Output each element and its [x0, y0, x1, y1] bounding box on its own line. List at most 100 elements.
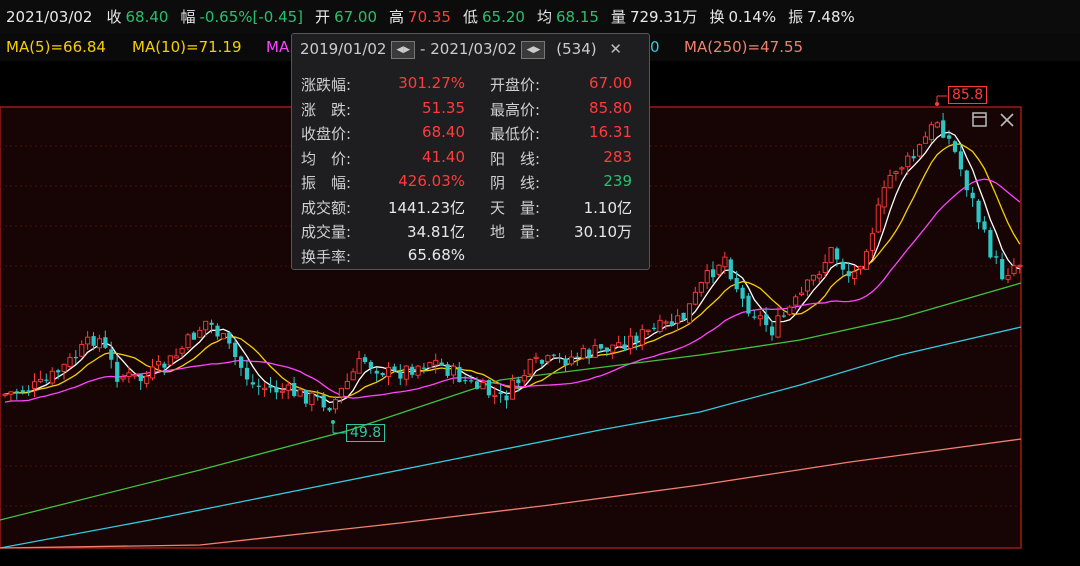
range-start-date: 2019/01/02	[300, 40, 387, 58]
candle-body	[96, 338, 103, 349]
candle-body	[1005, 275, 1011, 280]
candle-body	[846, 271, 851, 277]
candle-body	[67, 357, 73, 368]
candle-body	[49, 370, 55, 384]
candle-body	[274, 387, 279, 393]
candle-body	[44, 379, 49, 381]
candle-body	[858, 265, 864, 270]
candle-body	[338, 387, 344, 398]
candle-body	[173, 355, 179, 359]
start-date-stepper[interactable]: ◀▶	[391, 40, 416, 59]
candle-body	[185, 334, 191, 349]
stat-value: 85.80	[589, 98, 632, 117]
low-marker-dot	[331, 420, 335, 424]
candle-body	[970, 192, 975, 199]
candle-body	[881, 187, 887, 208]
candle-body	[162, 363, 167, 368]
candle-body	[215, 325, 220, 337]
stat-label: 涨 跌:	[301, 100, 352, 119]
candle-body	[233, 342, 238, 357]
candle-body	[392, 366, 397, 371]
candle-body	[439, 362, 444, 366]
stat-label: 阴 线:	[490, 174, 541, 192]
candle-body	[634, 335, 639, 344]
candle-body	[433, 359, 439, 366]
candle-body	[450, 365, 457, 376]
window-maximize-icon[interactable]	[972, 112, 988, 133]
stat-label: 最低价:	[490, 125, 541, 143]
candle-body	[279, 390, 285, 393]
candle-body	[893, 171, 899, 174]
candle-body	[899, 167, 905, 170]
candle-body	[56, 370, 61, 373]
candle-body	[285, 384, 291, 391]
range-count: (534)	[556, 40, 597, 58]
candle-body	[480, 382, 486, 390]
candle-body	[728, 259, 733, 280]
candle-body	[934, 122, 940, 128]
candle-body	[905, 155, 911, 168]
candle-body	[292, 382, 297, 396]
candle-body	[764, 314, 769, 326]
candle-body	[770, 326, 775, 336]
candle-body	[220, 333, 226, 340]
candle-body	[645, 329, 651, 332]
candle-body	[852, 271, 858, 279]
candle-body	[516, 379, 521, 384]
stat-value: 30.10万	[574, 223, 632, 241]
candle-body	[197, 329, 203, 338]
close-icon[interactable]	[999, 112, 1015, 133]
close-icon[interactable]: ✕	[609, 40, 622, 58]
range-end-date: 2021/03/02	[430, 40, 517, 58]
stat-label: 涨跌幅:	[301, 76, 352, 94]
stat-label: 开盘价:	[490, 76, 541, 94]
candle-body	[958, 151, 963, 170]
candle-body	[445, 364, 450, 376]
candle-body	[657, 319, 663, 332]
stat-label: 收盘价:	[301, 125, 352, 143]
candle-body	[740, 287, 745, 299]
candle-body	[415, 365, 421, 376]
candle-body	[179, 348, 185, 354]
candle-body	[126, 372, 132, 377]
end-date-stepper[interactable]: ◀▶	[521, 40, 546, 59]
candle-body	[386, 366, 392, 377]
candle-body	[527, 358, 533, 375]
candle-body	[463, 380, 468, 382]
candle-body	[875, 204, 881, 233]
candle-body	[398, 371, 403, 379]
candle-body	[8, 391, 14, 395]
candle-body	[793, 296, 799, 306]
stats-row: 均 价: 41.40 阳 线: 283	[292, 148, 647, 170]
candle-body	[250, 382, 255, 385]
stats-row: 成交额: 1441.23亿 天 量: 1.10亿	[292, 197, 647, 219]
stat-value: 67.00	[589, 74, 632, 92]
candle-body	[734, 278, 739, 290]
stat-value: 283	[603, 147, 632, 166]
candle-body	[132, 374, 138, 377]
candle-body	[509, 379, 516, 400]
candle-body	[109, 349, 114, 360]
stats-row: 振 幅: 426.03% 阴 线: 239	[292, 172, 647, 194]
candle-body	[622, 344, 627, 350]
stat-value: 65.68%	[407, 245, 465, 264]
range-stats-panel: 2019/01/02 ◀▶ - 2021/03/02 ◀▶ (534) ✕ 涨跌…	[291, 33, 650, 270]
candle-body	[427, 362, 433, 369]
candle-body	[368, 361, 373, 369]
candle-body	[545, 355, 551, 363]
candle-body	[775, 315, 781, 338]
candle-body	[297, 389, 303, 397]
candle-body	[598, 344, 604, 349]
candle-body	[692, 291, 698, 305]
candle-body	[681, 312, 686, 320]
candle-body	[2, 393, 8, 396]
candle-body	[675, 315, 681, 324]
candle-body	[315, 395, 320, 398]
candle-body	[85, 336, 91, 345]
candle-body	[834, 248, 840, 260]
candle-body	[380, 373, 385, 376]
candle-body	[244, 367, 250, 380]
candle-body	[475, 381, 480, 389]
stat-label: 地 量:	[490, 223, 541, 241]
candle-body	[303, 389, 309, 404]
